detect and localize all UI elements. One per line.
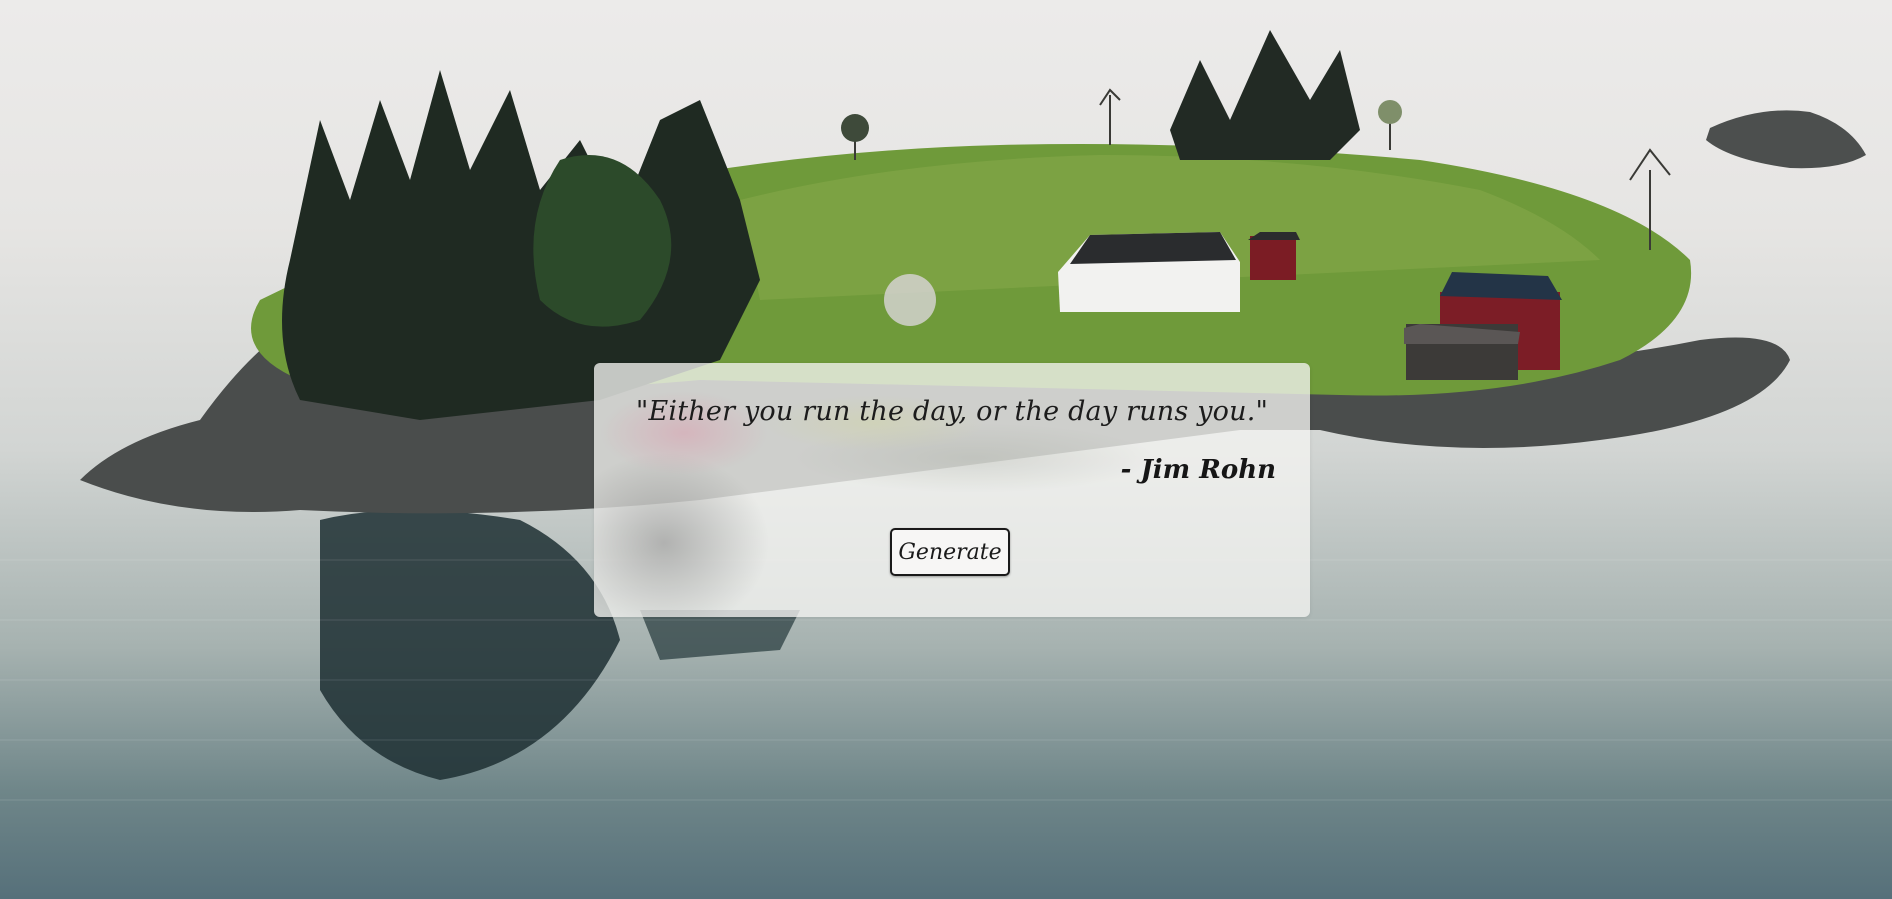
white-house-roof [1070, 232, 1236, 264]
trees-right [1170, 30, 1360, 160]
water-reflection [640, 610, 800, 660]
generate-button[interactable]: Generate [890, 528, 1010, 576]
quote-card: "Either you run the day, or the day runs… [594, 363, 1310, 617]
rock-islet [1706, 110, 1866, 169]
blossom-tree [884, 274, 936, 326]
red-shed [1250, 236, 1296, 280]
quote-text: "Either you run the day, or the day runs… [635, 396, 1269, 427]
quote-author: - Jim Rohn [1120, 455, 1276, 485]
red-barn-roof [1440, 272, 1562, 300]
